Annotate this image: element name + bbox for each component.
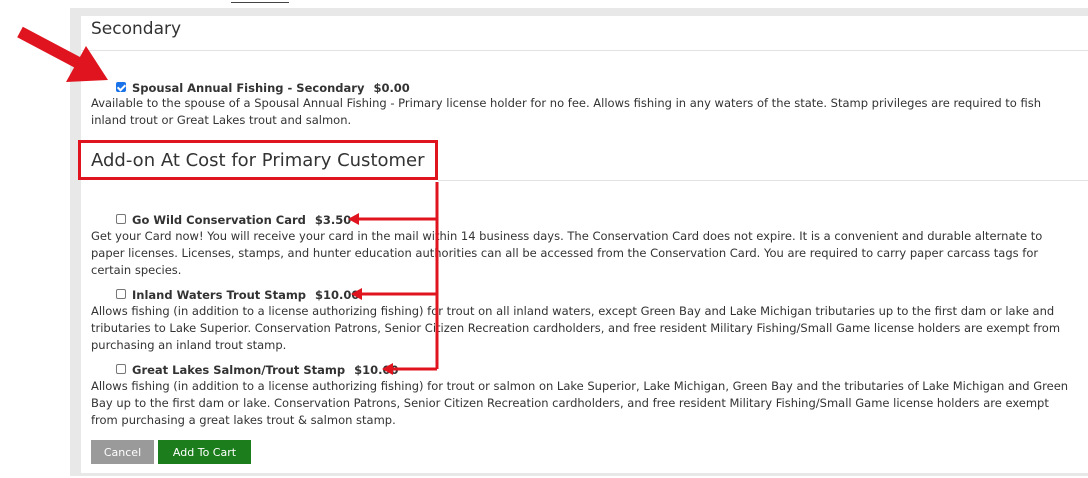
annotation-overlay (17, 26, 439, 375)
annotation-arrow-head (382, 363, 393, 375)
annotation-big-arrow (17, 26, 108, 82)
annotation-arrow-head (351, 288, 362, 300)
annotation-arrow-head (348, 213, 359, 225)
